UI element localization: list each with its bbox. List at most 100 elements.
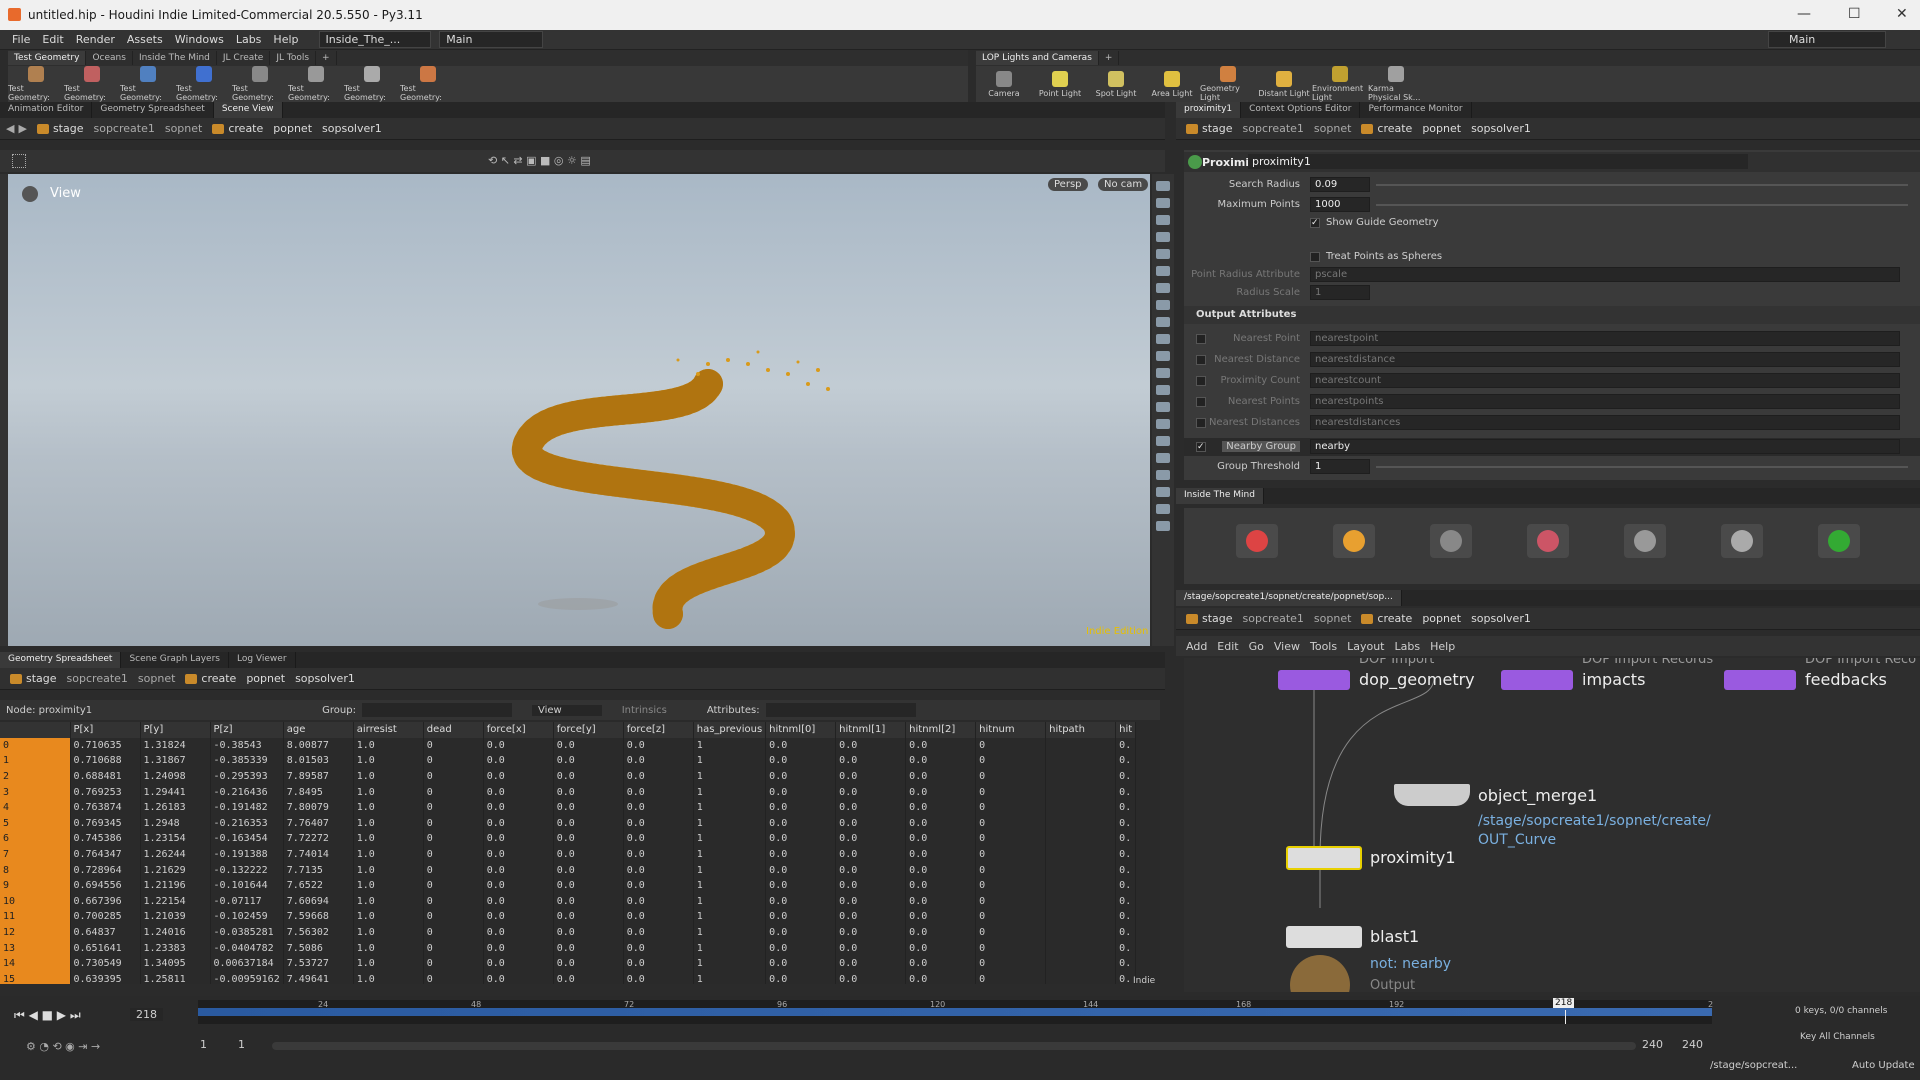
column-header[interactable]: airresist: [353, 722, 424, 738]
itm-tool-7-icon[interactable]: [1818, 524, 1860, 558]
light-tool-5[interactable]: Distant Light: [1256, 70, 1312, 98]
net-menu-view[interactable]: View: [1274, 640, 1300, 653]
column-header[interactable]: P[x]: [70, 722, 141, 738]
net-crumb-create[interactable]: create: [1361, 612, 1412, 625]
table-row[interactable]: 11 0.700285 1.21039 -0.102459 7.59668 1.0 0 0.0…: [0, 909, 1137, 925]
column-header[interactable]: hitnum: [975, 722, 1047, 738]
net-crumb-stage[interactable]: stage: [1186, 612, 1233, 625]
back-arrow-icon[interactable]: ◀: [6, 122, 14, 135]
show-guide-checkbox[interactable]: ✓: [1310, 218, 1320, 228]
column-header[interactable]: has_previous: [693, 722, 767, 738]
blast-node[interactable]: [1286, 926, 1362, 948]
menu-file[interactable]: File: [12, 33, 30, 46]
tab-context-options[interactable]: Context Options Editor: [1241, 102, 1361, 118]
group-field[interactable]: [361, 703, 512, 717]
tab-scene-graph-layers[interactable]: Scene Graph Layers: [121, 652, 229, 668]
output-field[interactable]: nearestpoints: [1310, 394, 1900, 409]
param-crumb-popnet[interactable]: popnet: [1422, 122, 1461, 135]
output-field[interactable]: nearestdistance: [1310, 352, 1900, 367]
column-header[interactable]: [0, 722, 71, 738]
table-row[interactable]: 8 0.728964 1.21629 -0.132222 7.7135 1.0 0 0.0 0.…: [0, 862, 1137, 878]
add-shelf-tab-right-icon[interactable]: +: [1099, 51, 1120, 65]
column-header[interactable]: force[x]: [483, 722, 554, 738]
net-crumb-sopcreate[interactable]: sopcreate1: [1243, 612, 1304, 625]
nearby-group-checkbox[interactable]: ✓: [1196, 442, 1206, 452]
test-geometry-tool-6[interactable]: Test Geometry:: [344, 66, 400, 102]
column-header[interactable]: force[z]: [623, 722, 694, 738]
close-icon[interactable]: ✕: [1896, 6, 1908, 22]
menu-labs[interactable]: Labs: [236, 33, 262, 46]
node-name-field[interactable]: proximity1: [1248, 154, 1748, 169]
grid-icon[interactable]: [12, 154, 26, 168]
param-crumb-create[interactable]: create: [1361, 122, 1412, 135]
table-row[interactable]: 4 0.763874 1.26183 -0.191482 7.80079 1.0 0 0.0 0…: [0, 799, 1137, 816]
net-crumb-sopsolver[interactable]: sopsolver1: [1471, 612, 1531, 625]
search-radius-slider[interactable]: [1376, 184, 1908, 186]
output-field[interactable]: nearestcount: [1310, 373, 1900, 388]
test-geometry-tool-7[interactable]: Test Geometry:: [400, 66, 456, 102]
output-field[interactable]: nearestpoint: [1310, 331, 1900, 346]
net-menu-edit[interactable]: Edit: [1217, 640, 1238, 653]
tab-network-path[interactable]: /stage/sopcreate1/sopnet/create/popnet/s…: [1176, 590, 1402, 606]
playback-controls[interactable]: ⏮ ◀ ■ ▶ ⏭: [14, 1008, 81, 1023]
column-header[interactable]: P[z]: [210, 722, 284, 738]
playhead-label[interactable]: 218: [1553, 998, 1575, 1008]
output-checkbox[interactable]: [1196, 334, 1206, 344]
network-editor[interactable]: DOP Import dop_geometry DOP Import Recor…: [1184, 658, 1920, 992]
treat-spheres-checkbox[interactable]: [1310, 252, 1320, 262]
tab-animation-editor[interactable]: Animation Editor: [0, 102, 93, 118]
range-start2-field[interactable]: 1: [238, 1038, 245, 1051]
sheet-crumb-popnet[interactable]: popnet: [246, 672, 285, 685]
light-tool-4[interactable]: Geometry Light: [1200, 66, 1256, 102]
output-checkbox[interactable]: [1196, 418, 1206, 428]
shelf-tab-lop-lights[interactable]: LOP Lights and Cameras: [976, 51, 1099, 65]
sheet-crumb-create[interactable]: create: [185, 672, 236, 685]
range-start-field[interactable]: 1: [200, 1038, 207, 1051]
auto-update-button[interactable]: Auto Update: [1852, 1060, 1915, 1071]
column-header[interactable]: hit: [1115, 722, 1137, 738]
test-geometry-tool-2[interactable]: Test Geometry:: [120, 66, 176, 102]
net-menu-go[interactable]: Go: [1249, 640, 1264, 653]
menu-help[interactable]: Help: [273, 33, 298, 46]
table-row[interactable]: 13 0.651641 1.23383 -0.0404782 7.5086 1.0 0 0.0…: [0, 940, 1137, 956]
light-tool-2[interactable]: Spot Light: [1088, 70, 1144, 98]
group-threshold-field[interactable]: 1: [1310, 459, 1370, 474]
table-row[interactable]: 15 0.639395 1.25811 -0.00959162 7.49641 1.0 0 0…: [0, 971, 1137, 984]
intrinsics-label[interactable]: Intrinsics: [622, 705, 667, 716]
column-header[interactable]: P[y]: [140, 722, 211, 738]
table-row[interactable]: 6 0.745386 1.23154 -0.163454 7.72272 1.0 0 0.0 0…: [0, 831, 1137, 847]
net-crumb-popnet[interactable]: popnet: [1422, 612, 1461, 625]
param-crumb-sopcreate[interactable]: sopcreate1: [1243, 122, 1304, 135]
max-points-field[interactable]: 1000: [1310, 197, 1370, 212]
shelf-tab-jl-create[interactable]: JL Create: [217, 51, 271, 65]
itm-tool-3-icon[interactable]: [1430, 524, 1472, 558]
dop-geometry-node[interactable]: [1278, 670, 1350, 690]
output-field[interactable]: nearestdistances: [1310, 415, 1900, 430]
menu-windows[interactable]: Windows: [175, 33, 224, 46]
column-header[interactable]: hitnml[0]: [765, 722, 837, 738]
add-shelf-tab-icon[interactable]: +: [316, 51, 337, 65]
sheet-crumb-stage[interactable]: stage: [10, 672, 57, 685]
crumb-sopcreate[interactable]: sopcreate1: [93, 122, 154, 135]
test-geometry-tool-5[interactable]: Test Geometry:: [288, 66, 344, 102]
range-end-field[interactable]: 240: [1642, 1038, 1663, 1051]
desktop-selector[interactable]: Inside_The_...: [318, 31, 432, 48]
menu-edit[interactable]: Edit: [42, 33, 63, 46]
attributes-field[interactable]: [765, 703, 916, 717]
table-row[interactable]: 0 0.710635 1.31824 -0.38543 8.00877 1.0 0 0.0 0.…: [0, 737, 1137, 754]
sheet-crumb-sopnet[interactable]: sopnet: [138, 672, 176, 685]
column-header[interactable]: age: [283, 722, 354, 738]
maximize-icon[interactable]: ☐: [1848, 6, 1861, 22]
test-geometry-tool-1[interactable]: Test Geometry:: [64, 66, 120, 102]
scene-viewport[interactable]: View Persp No cam Indie Edition: [8, 174, 1150, 646]
output-checkbox[interactable]: [1196, 397, 1206, 407]
param-crumb-sopnet[interactable]: sopnet: [1314, 122, 1352, 135]
column-header[interactable]: hitnml[1]: [835, 722, 907, 738]
tab-geometry-spreadsheet-2[interactable]: Geometry Spreadsheet: [0, 652, 122, 668]
light-tool-7[interactable]: Karma Physical Sk...: [1368, 66, 1424, 102]
sheet-crumb-sopsolver[interactable]: sopsolver1: [295, 672, 355, 685]
output-checkbox[interactable]: [1196, 355, 1206, 365]
range-slider[interactable]: [272, 1042, 1636, 1050]
test-geometry-tool-4[interactable]: Test Geometry:: [232, 66, 288, 102]
table-row[interactable]: 3 0.769253 1.29441 -0.216436 7.8495 1.0 0 0.0 0.…: [0, 784, 1137, 800]
